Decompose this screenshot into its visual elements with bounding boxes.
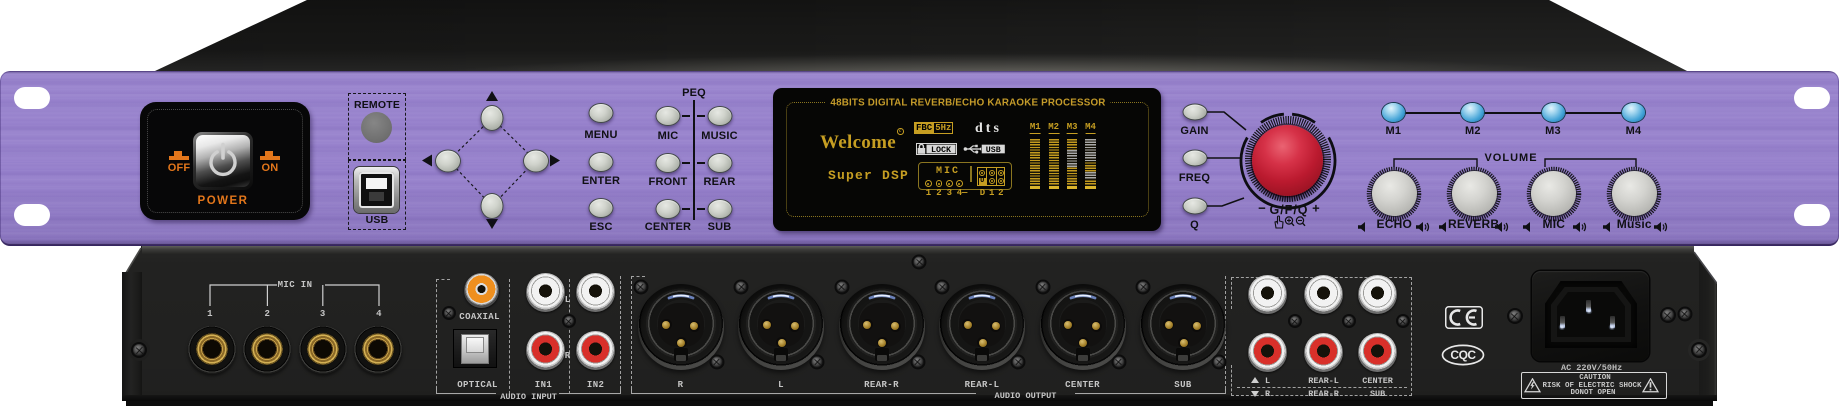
svg-text:USB: USB xyxy=(986,145,1001,154)
svg-text:LOCK: LOCK xyxy=(931,145,952,155)
svg-text:CQC: CQC xyxy=(1450,348,1476,362)
